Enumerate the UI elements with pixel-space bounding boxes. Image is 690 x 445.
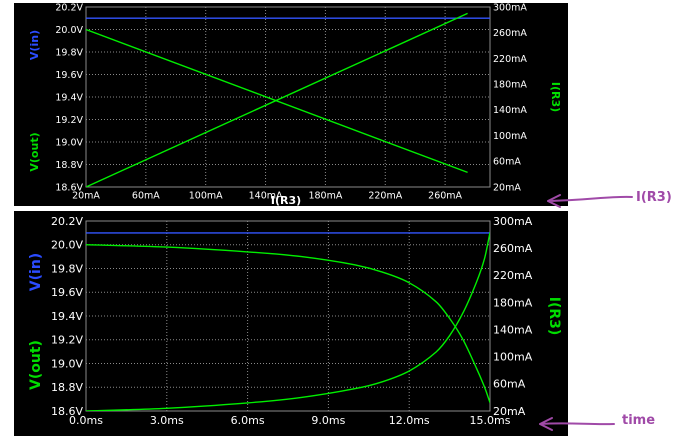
top-y-left-tick-label: 20.2V [55,2,83,13]
bottom-y-right-tick-label: 180mA [493,296,533,309]
bottom-y-left-tick-label: 19.4V [51,310,83,323]
bottom-chart-panel: 0.0ms 3.0ms 6.0ms 9.0ms 12.0ms 15.0ms20.2V20.… [14,211,568,436]
top-y-left-tick-label: 19.4V [55,92,83,103]
top-y-right-tick-label: 220mA [493,54,527,65]
top-y-right-tick-label: 300mA [493,2,527,13]
top-y-left-tick-label: 18.6V [55,182,83,193]
bottom-y-left-tick-label: 18.8V [51,381,83,394]
top-ylabel-ir3: I(R3) [549,82,562,112]
bottom-x-tick-label: 6.0ms [231,414,265,427]
bottom-y-right-tick-label: 140mA [493,323,533,336]
top-y-left-tick-label: 18.8V [55,160,83,171]
top-y-left-tick-label: 20.0V [55,25,83,36]
bottom-ylabel-vin: V(in) [28,253,44,291]
annotation-label-time: time [622,413,655,428]
top-y-right-tick-label: 20mA [493,182,521,193]
top-x-axis-label: I(R3) [271,194,301,207]
bottom-y-left-tick-label: 19.2V [51,334,83,347]
top-y-left-tick-label: 19.2V [55,115,83,126]
bottom-y-left-tick-label: 18.6V [51,405,83,418]
bottom-y-right-tick-label: 220mA [493,269,533,282]
top-y-right-tick-label: 60mA [493,157,521,168]
top-x-tick-label: 220mA [368,191,402,202]
top-y-right-tick-label: 260mA [493,28,527,39]
top-ylabel-vin: V(in) [28,30,41,60]
bottom-y-left-tick-label: 20.0V [51,239,83,252]
top-ylabel-vout: V(out) [28,132,41,171]
top-y-right-tick-label: 180mA [493,79,527,90]
bottom-y-right-tick-label: 300mA [493,215,533,228]
top-y-right-tick-label: 100mA [493,131,527,142]
top-x-tick-label: 260mA [428,191,462,202]
top-y-left-tick-label: 19.8V [55,47,83,58]
annotation-label-ir3: I(R3) [636,190,672,205]
top-y-left-tick-label: 19.0V [55,137,83,148]
bottom-y-left-tick-label: 19.0V [51,357,83,370]
ltspice-plot-screenshot: 20mA 60mA 100mA 140mA 180mA 220mA 260mA 20.2V 20… [14,2,672,436]
bottom-y-left-tick-label: 19.6V [51,286,83,299]
bottom-x-tick-label: 3.0ms [150,414,184,427]
top-x-tick-label: 100mA [189,191,223,202]
bottom-y-right-tick-label: 260mA [493,242,533,255]
bottom-x-tick-label: 12.0ms [389,414,430,427]
top-x-tick-label: 60mA [132,191,160,202]
bottom-y-right-tick-label: 100mA [493,351,533,364]
bottom-y-left-tick-label: 20.2V [51,215,83,228]
top-y-left-tick-label: 19.6V [55,70,83,81]
bottom-y-left-tick-label: 19.8V [51,262,83,275]
top-chart-panel: 20mA 60mA 100mA 140mA 180mA 220mA 260mA 20.2V 20… [14,2,568,207]
bottom-y-right-tick-label: 20mA [493,405,526,418]
bottom-y-right-tick-label: 60mA [493,378,526,391]
bottom-ylabel-vout: V(out) [28,340,44,390]
bottom-x-tick-label: 9.0ms [311,414,345,427]
top-x-tick-label: 180mA [308,191,342,202]
top-y-right-tick-label: 140mA [493,105,527,116]
bottom-ylabel-ir3: I(R3) [546,297,562,336]
